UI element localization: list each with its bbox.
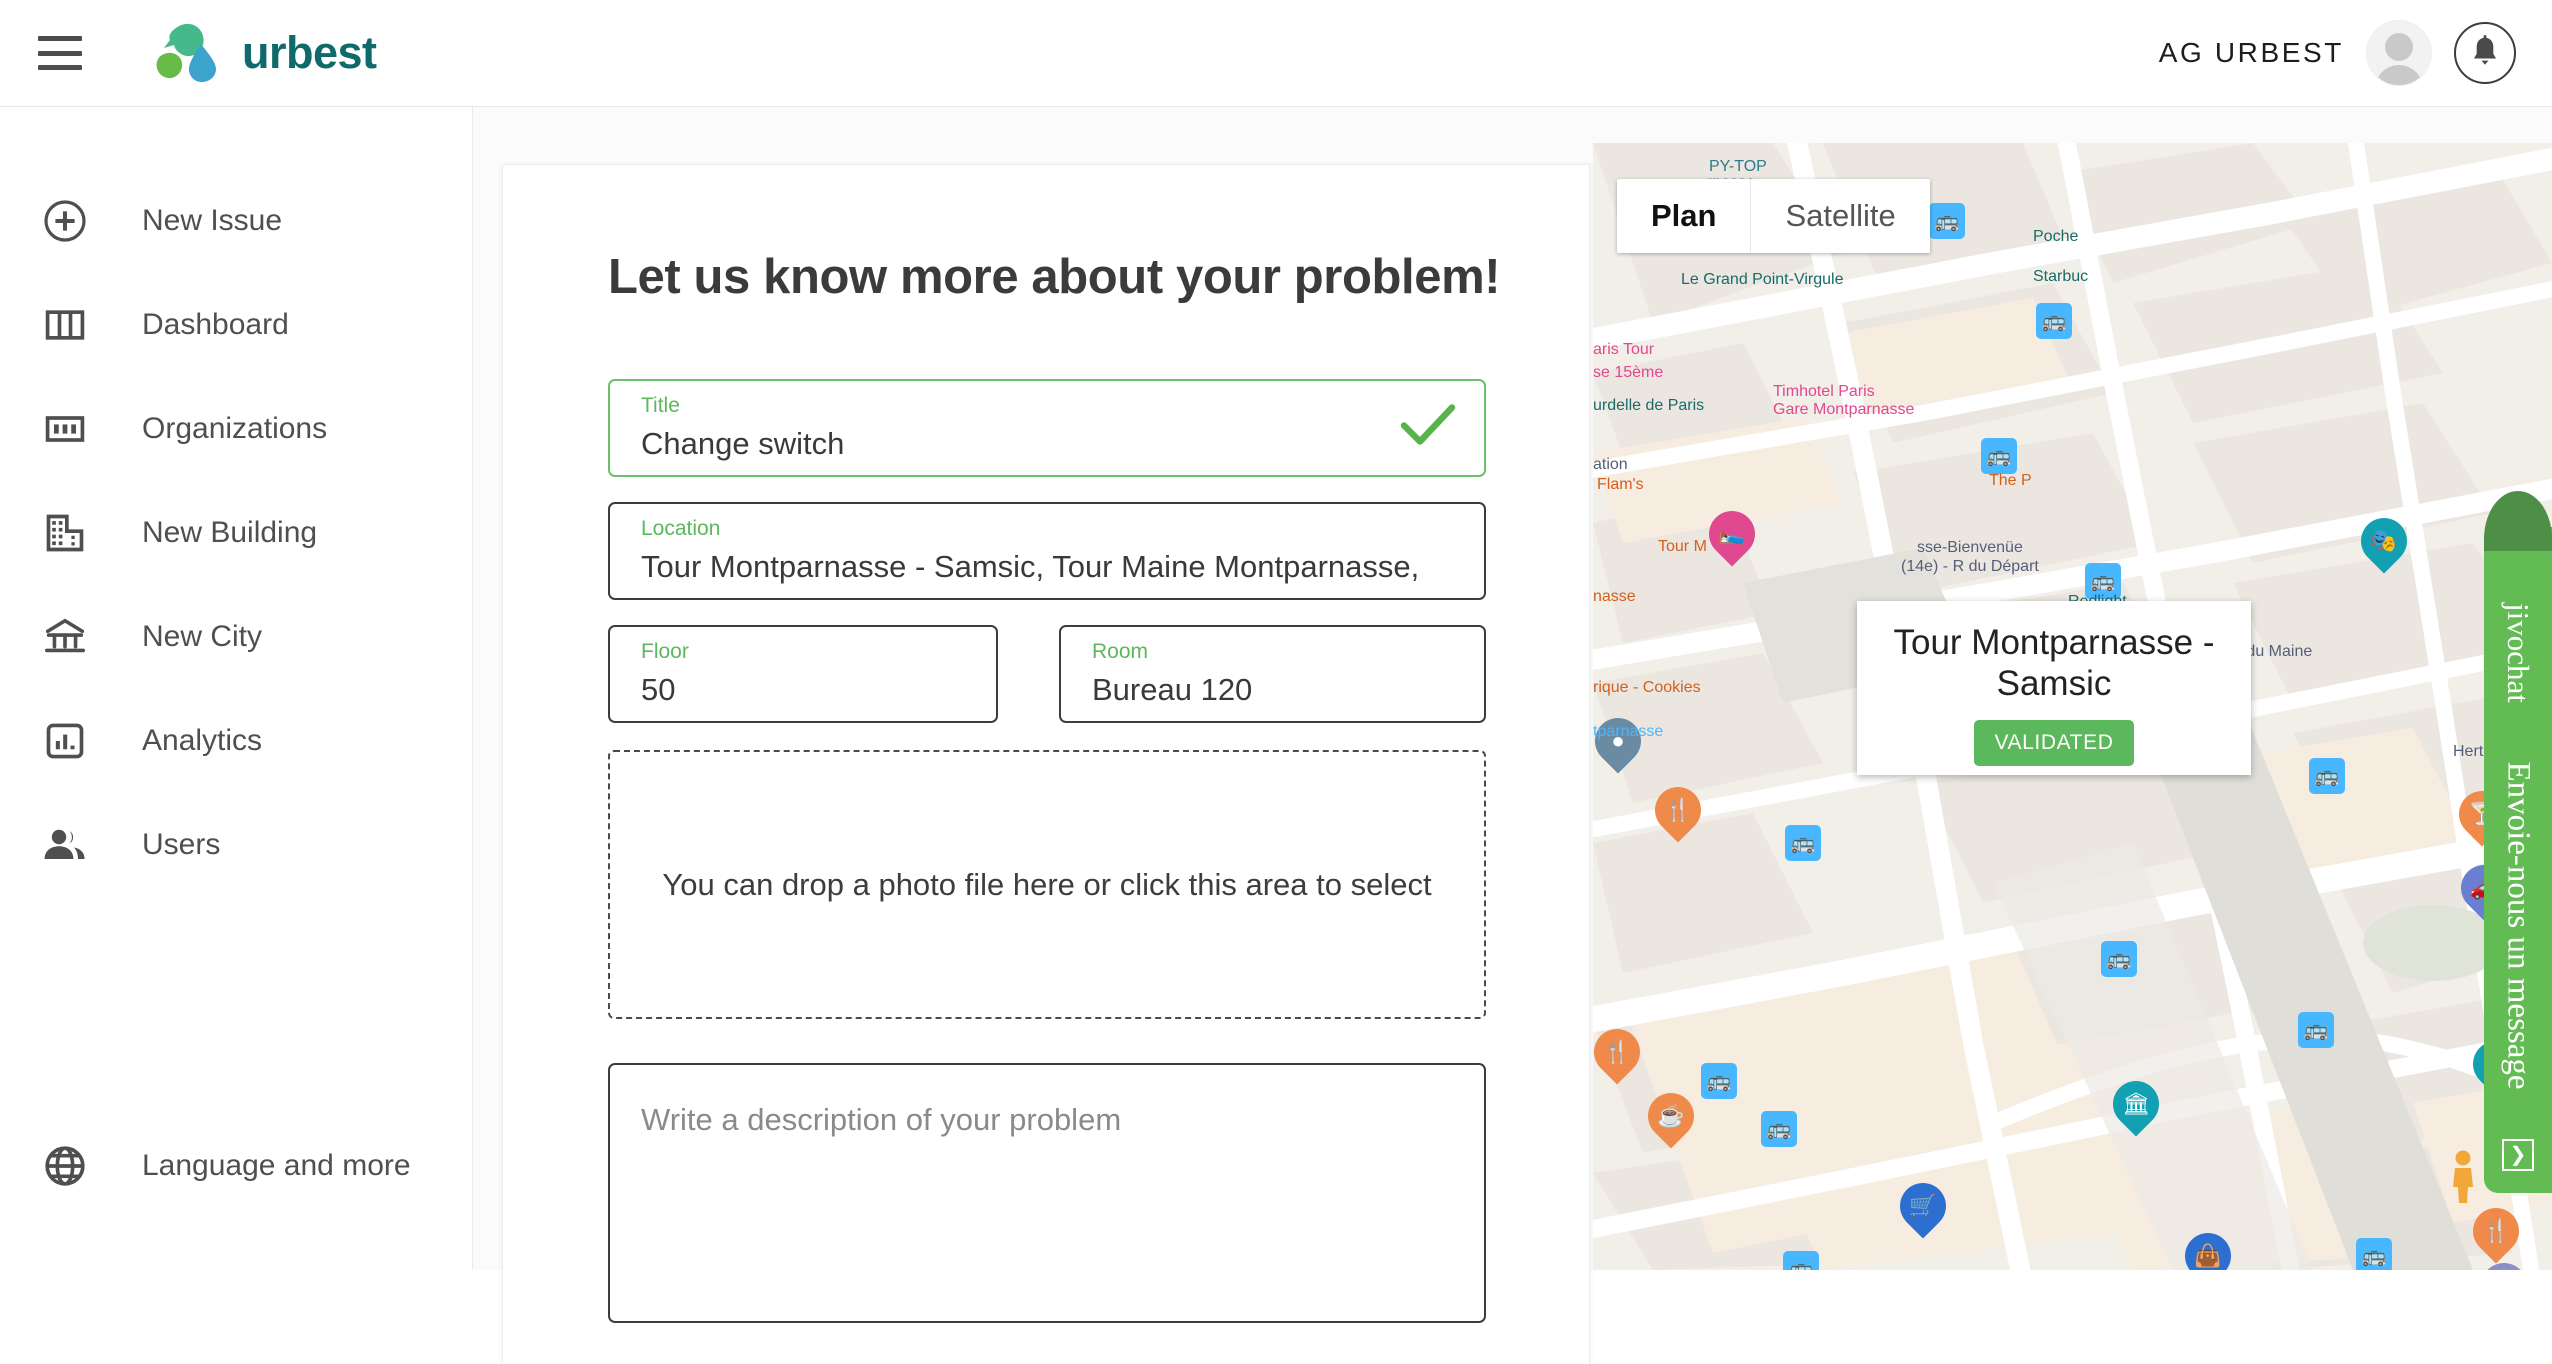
bank-columns-icon	[38, 610, 92, 664]
app-header: urbest AG URBEST	[0, 0, 2552, 107]
sidebar-item-label: Analytics	[142, 724, 263, 757]
description-textarea[interactable]: Write a description of your problem	[608, 1063, 1486, 1323]
bus-stop-icon[interactable]: 🚌	[1701, 1063, 1737, 1099]
jivochat-widget[interactable]: jivochat Envoie-nous un message ❯	[2484, 491, 2552, 1193]
urbest-droplet-logo-icon	[156, 22, 224, 84]
map-type-control[interactable]: Plan Satellite	[1617, 179, 1930, 253]
status-badge[interactable]: VALIDATED	[1973, 720, 2135, 767]
location-field-wrapper: Location Tour Montparnasse - Samsic, Tou…	[608, 502, 1486, 600]
sidebar-item-label: Dashboard	[142, 308, 289, 341]
title-field-label: Title	[641, 394, 680, 417]
header-right-group: AG URBEST	[2159, 20, 2516, 86]
bus-stop-icon[interactable]: 🚌	[2101, 941, 2137, 977]
bus-stop-icon[interactable]: 🚌	[2356, 1238, 2392, 1270]
hamburger-line	[38, 50, 82, 56]
map-info-window[interactable]: Tour Montparnasse - Samsic VALIDATED	[1857, 601, 2251, 775]
bus-stop-icon[interactable]: 🚌	[1929, 203, 1965, 239]
sidebar-bottom-group: Language and more	[0, 1114, 472, 1218]
street-view-pegman-icon[interactable]	[2446, 1149, 2480, 1210]
sidebar-item-label: New Issue	[142, 204, 283, 237]
location-field-value: Tour Montparnasse - Samsic, Tour Maine M…	[641, 549, 1420, 584]
location-field-label: Location	[641, 517, 721, 540]
sidebar-item-users[interactable]: Users	[0, 793, 472, 897]
location-input[interactable]: Location Tour Montparnasse - Samsic, Tou…	[608, 502, 1486, 600]
sidebar-item-label: Users	[142, 828, 221, 861]
organizations-icon	[38, 402, 92, 456]
page-title: Let us know more about your problem!	[608, 250, 1501, 304]
jivochat-brand-label: jivochat	[2501, 603, 2536, 703]
bus-stop-icon[interactable]: 🚌	[1981, 438, 2017, 474]
dropzone-label: You can drop a photo file here or click …	[662, 866, 1432, 902]
sidebar-nav: New Issue Dashboard Organizations New Bu…	[0, 107, 473, 1270]
sidebar-item-language-and-more[interactable]: Language and more	[0, 1114, 472, 1218]
location-map[interactable]: Plan Satellite 🛌 🛌 🎭 ● 🍴 🍸 🚗 🍴 ☕ 🏛 🏛 🛒 👜	[1593, 143, 2552, 1270]
info-window-title: Tour Montparnasse - Samsic	[1893, 623, 2215, 703]
sidebar-item-label: Organizations	[142, 412, 328, 445]
room-field-value: Bureau 120	[1092, 672, 1253, 707]
sidebar-item-new-building[interactable]: New Building	[0, 481, 472, 585]
sidebar-item-dashboard[interactable]: Dashboard	[0, 273, 472, 377]
bus-stop-icon[interactable]: 🚌	[2085, 563, 2121, 599]
building-icon	[38, 506, 92, 560]
bus-stop-icon[interactable]: 🚌	[2036, 303, 2072, 339]
map-pin-parking[interactable]: P	[2471, 1253, 2537, 1270]
issue-form-card: Let us know more about your problem! Tit…	[502, 164, 1590, 1364]
map-pin-museum[interactable]: 🏛	[2103, 1071, 2169, 1141]
map-pin-transit[interactable]: ●	[1593, 708, 1651, 778]
sidebar-item-label: New Building	[142, 516, 318, 549]
sidebar-item-label: Language and more	[142, 1149, 411, 1182]
globe-icon	[38, 1139, 92, 1193]
description-placeholder: Write a description of your problem	[641, 1102, 1122, 1137]
floor-field-label: Floor	[641, 640, 689, 663]
avatar-head	[2385, 33, 2413, 61]
bus-stop-icon[interactable]: 🚌	[2309, 758, 2345, 794]
map-pin-attraction[interactable]: 🎭	[2351, 508, 2417, 578]
room-input[interactable]: Room Bureau 120	[1059, 625, 1486, 723]
notification-bell-icon[interactable]	[2454, 22, 2516, 84]
map-pin-shop[interactable]: 🛒	[1890, 1173, 1956, 1243]
floor-field-value: 50	[641, 672, 676, 707]
bus-stop-icon[interactable]: 🚌	[1761, 1111, 1797, 1147]
map-type-plan-button[interactable]: Plan	[1617, 179, 1752, 253]
plus-circle-icon	[38, 194, 92, 248]
title-field-wrapper: Title Change switch	[608, 379, 1486, 477]
sidebar-item-new-issue[interactable]: New Issue	[0, 169, 472, 273]
room-field-wrapper: Room Bureau 120	[1059, 625, 1486, 723]
map-type-satellite-button[interactable]: Satellite	[1751, 179, 1930, 253]
hamburger-line	[38, 65, 82, 70]
bus-stop-icon[interactable]: 🚌	[2298, 1012, 2334, 1048]
hamburger-menu-icon[interactable]	[38, 36, 82, 70]
hamburger-line	[38, 36, 82, 41]
bar-chart-icon	[38, 714, 92, 768]
map-pin-restaurant[interactable]: 🍴	[1645, 777, 1711, 847]
people-icon	[38, 818, 92, 872]
floor-field-wrapper: Floor 50	[608, 625, 998, 723]
title-field-value: Change switch	[641, 426, 845, 461]
check-icon	[1400, 404, 1456, 453]
map-pin-hotel[interactable]: 🛌	[1699, 501, 1765, 571]
photo-dropzone[interactable]: You can drop a photo file here or click …	[608, 750, 1486, 1019]
avatar-body	[2375, 65, 2423, 85]
dashboard-columns-icon	[38, 298, 92, 352]
map-pin-restaurant[interactable]: 🍴	[2463, 1198, 2529, 1268]
bus-stop-icon[interactable]: 🚌	[1785, 825, 1821, 861]
bus-stop-icon[interactable]: 🚌	[1783, 1251, 1819, 1270]
jivochat-message-label: Envoie-nous un message	[2500, 761, 2537, 1090]
room-field-label: Room	[1092, 640, 1149, 663]
title-input[interactable]: Title Change switch	[608, 379, 1486, 477]
brand-logo-link[interactable]: urbest	[156, 22, 377, 84]
brand-name: urbest	[242, 27, 377, 78]
user-name-label: AG URBEST	[2158, 37, 2344, 68]
sidebar-item-analytics[interactable]: Analytics	[0, 689, 472, 793]
sidebar-item-organizations[interactable]: Organizations	[0, 377, 472, 481]
floor-input[interactable]: Floor 50	[608, 625, 998, 723]
map-pin-restaurant[interactable]: 🍴	[1593, 1019, 1650, 1089]
map-pin-bag-shop[interactable]: 👜	[2175, 1223, 2241, 1270]
sidebar-item-label: New City	[142, 620, 263, 653]
user-avatar-icon[interactable]	[2366, 20, 2432, 86]
map-pin-cafe[interactable]: ☕	[1638, 1083, 1704, 1153]
sidebar-item-new-city[interactable]: New City	[0, 585, 472, 689]
chevron-right-icon[interactable]: ❯	[2502, 1139, 2534, 1171]
